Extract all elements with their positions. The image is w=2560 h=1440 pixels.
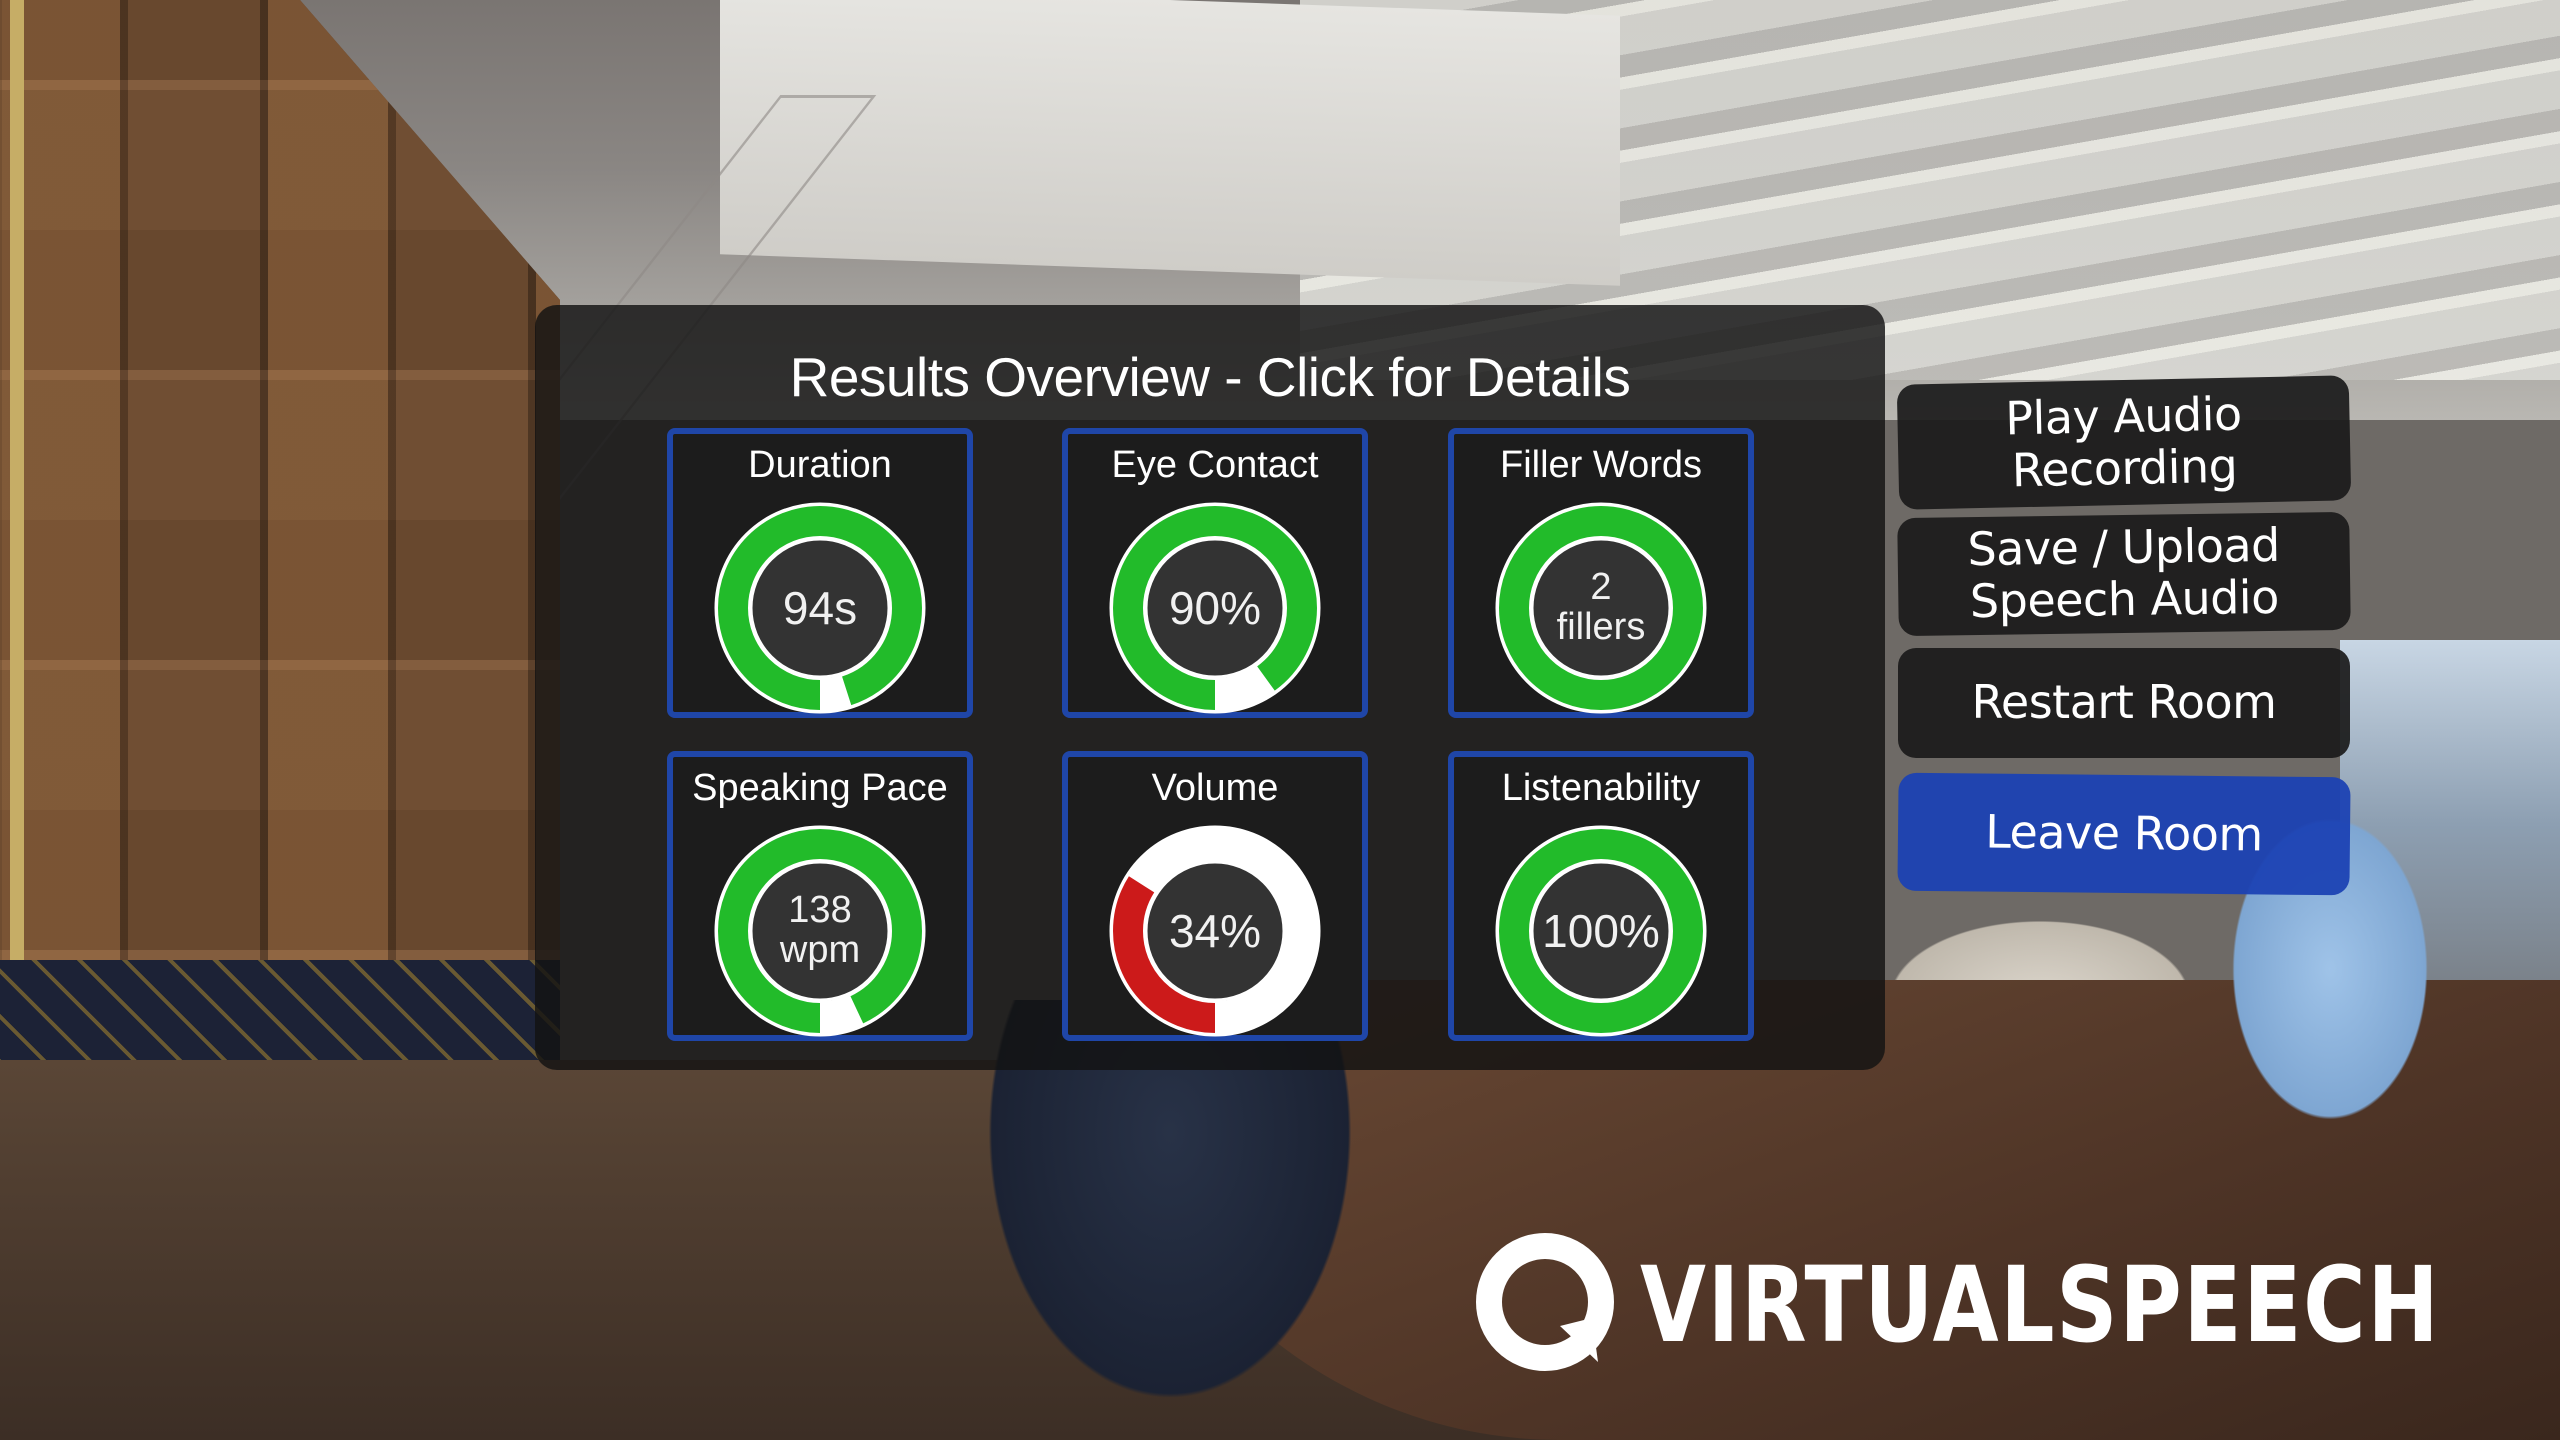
restart-room-button[interactable]: Restart Room [1898,648,2350,758]
metric-label: Duration [748,444,892,486]
metric-tile-speaking-pace[interactable]: Speaking Pace 138 wpm [667,751,973,1041]
results-overview-panel: Results Overview - Click for Details Dur… [535,305,1885,1070]
save-upload-speech-audio-button[interactable]: Save / Upload Speech Audio [1897,511,2351,637]
metric-value: 100% [1493,823,1709,1039]
metric-tile-eye-contact[interactable]: Eye Contact 90% [1062,428,1368,718]
metric-value: 90% [1107,500,1323,716]
metric-value: 2 fillers [1493,500,1709,716]
metric-tile-duration[interactable]: Duration 94s [667,428,973,718]
logo-text: VIRTUALSPEECH [1640,1244,2441,1366]
play-audio-recording-button[interactable]: Play Audio Recording [1896,375,2352,510]
metric-tile-listenability[interactable]: Listenability 100% [1448,751,1754,1041]
metric-value-line: 2 [1590,566,1612,609]
leave-room-button[interactable]: Leave Room [1897,772,2351,896]
metric-label: Speaking Pace [692,767,948,809]
metric-value: 138 wpm [712,823,928,1039]
metric-tile-filler-words[interactable]: Filler Words 2 fillers [1448,428,1754,718]
button-label-line: Speech Audio [1969,569,2280,629]
button-label: Leave Room [1984,804,2264,862]
metric-label: Volume [1151,767,1279,809]
progress-ring: 94s [712,500,928,716]
scene-gold-trim [10,0,24,1100]
button-label: Restart Room [1971,675,2277,730]
metric-value-line: 94s [782,581,858,634]
metric-value: 94s [712,500,928,716]
progress-ring: 34% [1107,823,1323,1039]
speech-bubble-icon [1476,1233,1614,1371]
metric-value-unit: wpm [779,929,861,971]
metric-value-line: 90% [1168,581,1262,634]
progress-ring: 100% [1493,823,1709,1039]
progress-ring: 90% [1107,500,1323,716]
progress-ring: 2 fillers [1493,500,1709,716]
button-label-line: Recording [2011,438,2238,497]
button-label-line: Play Audio [2004,386,2243,446]
metric-label: Listenability [1501,767,1701,809]
metric-value-line: 138 [788,889,852,932]
progress-ring: 138 wpm [712,823,928,1039]
panel-title: Results Overview - Click for Details [789,346,1631,408]
metric-tile-volume[interactable]: Volume 34% [1062,751,1368,1041]
metric-label: Eye Contact [1111,444,1319,486]
metric-value-line: 34% [1168,904,1262,957]
metric-value-unit: fillers [1556,606,1646,648]
metric-value: 34% [1107,823,1323,1039]
metric-label: Filler Words [1500,444,1702,486]
metric-value-line: 100% [1542,904,1660,957]
scene-ceiling-panel [720,0,1620,286]
button-label-line: Save / Upload [1967,518,2281,577]
virtualspeech-logo: VIRTUALSPEECH [1470,1230,2560,1380]
